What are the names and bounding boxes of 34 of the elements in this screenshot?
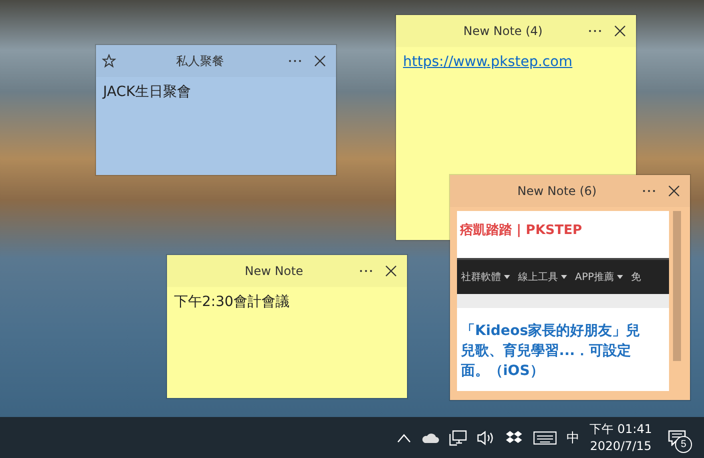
- close-icon: [668, 185, 680, 197]
- more-icon: [588, 29, 602, 33]
- keyboard-icon[interactable]: [532, 430, 557, 444]
- nav-item[interactable]: 社群軟體: [461, 270, 501, 284]
- note-title: New Note: [244, 264, 304, 278]
- note-text: JACK生日聚會: [103, 84, 192, 100]
- headline-line: 面。（iOS）: [461, 362, 545, 380]
- nav-item[interactable]: APP推薦: [575, 270, 614, 284]
- notification-button[interactable]: 5: [662, 422, 692, 452]
- close-icon: [614, 25, 626, 37]
- headline-line: 「Kideos家長的好朋友」兒: [461, 322, 642, 340]
- close-icon: [314, 55, 326, 67]
- input-method-indicator[interactable]: 中: [566, 428, 580, 446]
- cloud-icon[interactable]: [420, 432, 439, 444]
- star-icon[interactable]: [102, 54, 116, 68]
- box-icon[interactable]: [504, 430, 523, 446]
- network-icon[interactable]: [448, 430, 467, 446]
- note-title: 私人聚餐: [175, 52, 225, 70]
- headline-line: 兒歌、育兒學習...．可設定: [461, 342, 632, 360]
- volume-icon[interactable]: [476, 430, 495, 446]
- clock[interactable]: 下午 01:41 2020/7/15: [590, 420, 652, 454]
- nav-item[interactable]: 線上工具: [518, 270, 558, 284]
- more-icon: [288, 59, 302, 63]
- note-title: New Note (6): [516, 184, 598, 198]
- more-icon: [642, 189, 656, 193]
- chevron-up-icon[interactable]: [396, 432, 411, 442]
- note-title: New Note (4): [462, 24, 544, 38]
- close-icon: [385, 265, 397, 277]
- site-title: 痞凱踏踏 | PKSTEP: [460, 223, 582, 238]
- scrollbar[interactable]: [673, 211, 681, 361]
- link[interactable]: https://www.pkstep.com: [403, 54, 572, 70]
- nav-item[interactable]: 免: [630, 270, 641, 284]
- more-icon: [359, 269, 373, 273]
- note-text: 下午2:30會計會議: [174, 294, 290, 310]
